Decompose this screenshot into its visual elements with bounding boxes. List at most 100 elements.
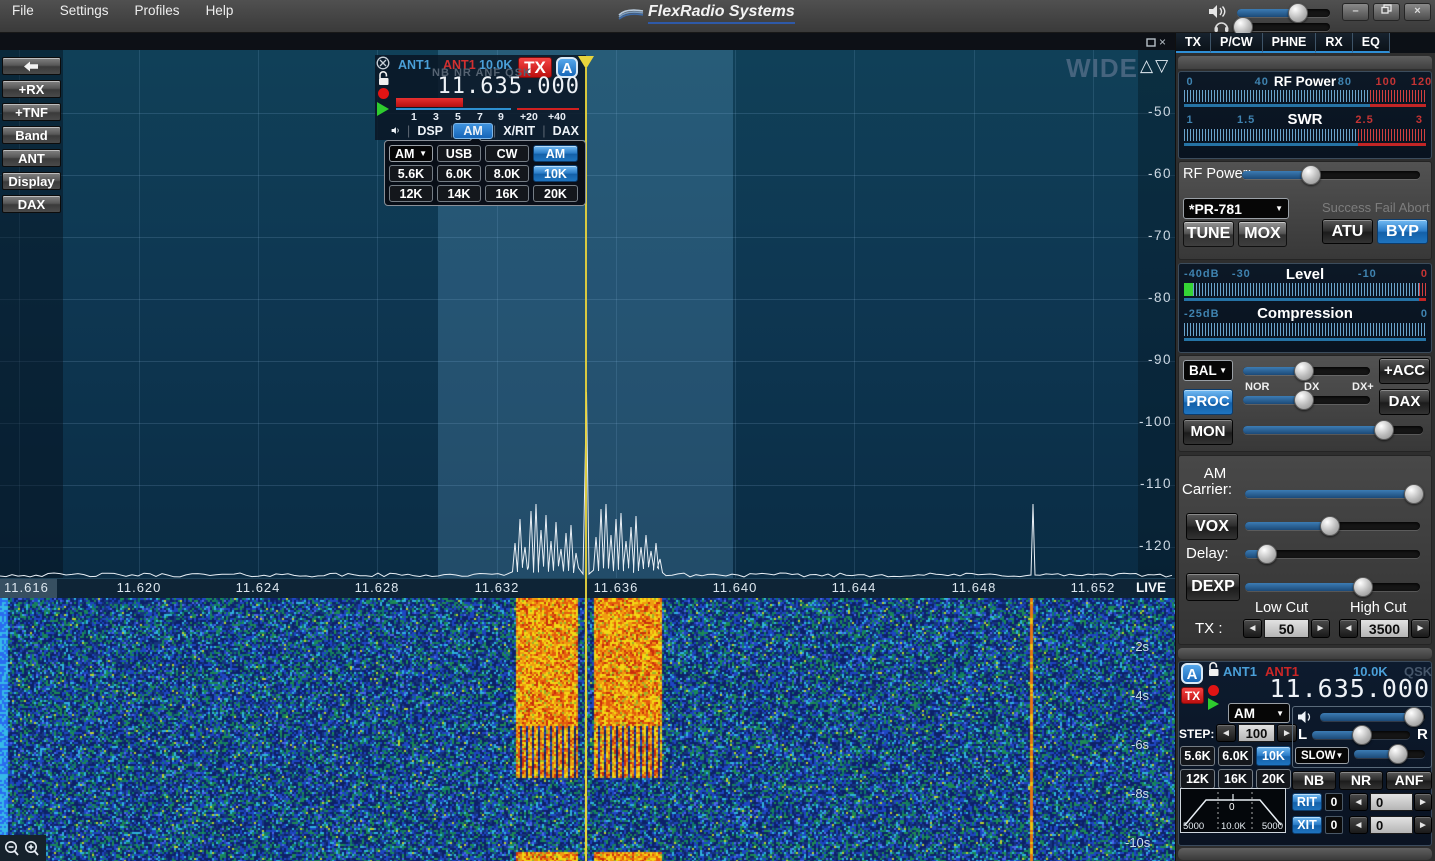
xit-increment[interactable]: ► xyxy=(1414,816,1432,834)
vox-button[interactable]: VOX xyxy=(1186,513,1238,540)
high-cut-value[interactable]: 3500 xyxy=(1360,619,1409,638)
flag-record-icon[interactable] xyxy=(378,88,389,99)
filter-button-12k[interactable]: 12K xyxy=(389,185,433,202)
zoom-out-icon[interactable] xyxy=(4,840,20,857)
acc-button[interactable]: +ACC xyxy=(1379,358,1430,384)
dexp-button[interactable]: DEXP xyxy=(1186,573,1240,601)
bal-slider[interactable] xyxy=(1243,363,1370,378)
rit-increment[interactable]: ► xyxy=(1414,793,1432,811)
sidebar-item-add-rx[interactable]: +RX xyxy=(2,80,61,98)
headphone-volume-slider[interactable] xyxy=(1237,19,1330,34)
filter-button-6-0k[interactable]: 6.0K xyxy=(437,165,481,182)
step-value[interactable]: 100 xyxy=(1238,724,1275,742)
dexp-slider[interactable] xyxy=(1245,579,1420,594)
anf-button[interactable]: ANF xyxy=(1386,771,1432,790)
flag-audio-icon[interactable] xyxy=(391,124,401,137)
flag-rx-antenna[interactable]: ANT1 xyxy=(398,58,431,72)
sidebar-item-add-tnf[interactable]: +TNF xyxy=(2,103,61,121)
sidebar-collapse-button[interactable] xyxy=(2,57,61,75)
sidebar-item-ant[interactable]: ANT xyxy=(2,149,61,167)
mode-select-dropdown[interactable]: AM▼ xyxy=(389,145,433,162)
am-carrier-slider[interactable] xyxy=(1245,486,1420,501)
low-cut-increment[interactable]: ► xyxy=(1311,619,1330,638)
rx-pan-thumb[interactable] xyxy=(1352,725,1372,745)
low-cut-value[interactable]: 50 xyxy=(1264,619,1309,638)
tuning-marker-triangle[interactable] xyxy=(578,56,594,69)
filter-button-20k[interactable]: 20K xyxy=(533,185,578,202)
rx-mode-dropdown[interactable]: AM▼ xyxy=(1228,703,1290,723)
delay-slider[interactable] xyxy=(1245,546,1420,561)
rx-volume-slider[interactable] xyxy=(1320,709,1425,724)
sidebar-item-band[interactable]: Band xyxy=(2,126,61,144)
close-button[interactable]: × xyxy=(1404,3,1431,21)
sidebar-item-dax[interactable]: DAX xyxy=(2,195,61,213)
filter-button-5-6k[interactable]: 5.6K xyxy=(389,165,433,182)
sidebar-item-display[interactable]: Display xyxy=(2,172,61,190)
mode-button-am[interactable]: AM xyxy=(533,145,578,162)
rx-tx-badge[interactable]: TX xyxy=(1181,687,1204,704)
zoom-in-icon[interactable] xyxy=(24,840,40,857)
dax-button[interactable]: DAX xyxy=(1379,389,1430,415)
mode-button-cw[interactable]: CW xyxy=(485,145,529,162)
rx-filter-5-6k[interactable]: 5.6K xyxy=(1180,746,1215,766)
mode-button-usb[interactable]: USB xyxy=(437,145,481,162)
flag-frequency-display[interactable]: 11.635.000 xyxy=(428,74,580,99)
mon-button[interactable]: MON xyxy=(1183,419,1233,445)
xit-button[interactable]: XIT xyxy=(1292,816,1322,834)
rx-filter-16k[interactable]: 16K xyxy=(1218,769,1253,789)
agc-threshold-thumb[interactable] xyxy=(1388,744,1408,764)
bal-thumb[interactable] xyxy=(1294,361,1314,381)
proc-button[interactable]: PROC xyxy=(1183,389,1233,415)
master-volume-slider[interactable] xyxy=(1237,5,1330,20)
flag-tab-xrit[interactable]: X/RIT xyxy=(496,123,542,139)
am-carrier-thumb[interactable] xyxy=(1404,484,1424,504)
bal-dropdown[interactable]: BAL▼ xyxy=(1183,360,1233,381)
nr-button[interactable]: NR xyxy=(1339,771,1383,790)
rit-button[interactable]: RIT xyxy=(1292,793,1322,811)
tab-eq[interactable]: EQ xyxy=(1353,33,1390,53)
filter-button-16k[interactable]: 16K xyxy=(485,185,529,202)
bottom-panel-bar[interactable] xyxy=(1178,848,1432,860)
rf-power-slider[interactable] xyxy=(1242,167,1420,182)
vox-level-thumb[interactable] xyxy=(1320,516,1340,536)
agc-dropdown[interactable]: SLOW▼ xyxy=(1295,747,1349,764)
tab-rx[interactable]: RX xyxy=(1316,33,1352,53)
rx-filter-10k[interactable]: 10K xyxy=(1256,746,1291,766)
rx-speaker-icon[interactable] xyxy=(1297,710,1314,724)
menu-profiles[interactable]: Profiles xyxy=(133,0,182,21)
agc-threshold-slider[interactable] xyxy=(1354,746,1425,761)
proc-level-thumb[interactable] xyxy=(1294,390,1314,410)
high-cut-increment[interactable]: ► xyxy=(1411,619,1430,638)
rf-power-thumb[interactable] xyxy=(1301,165,1321,185)
filter-button-8-0k[interactable]: 8.0K xyxy=(485,165,529,182)
xit-decrement[interactable]: ◄ xyxy=(1349,816,1368,834)
rit-decrement[interactable]: ◄ xyxy=(1349,793,1368,811)
byp-button[interactable]: BYP xyxy=(1377,219,1428,244)
flag-tab-dax[interactable]: DAX xyxy=(546,123,586,139)
step-decrement[interactable]: ◄ xyxy=(1216,724,1236,742)
filter-shape-graph[interactable]: 0 5000 10.0K 5000 xyxy=(1180,788,1286,833)
rx-record-icon[interactable] xyxy=(1208,685,1219,696)
waterfall-display[interactable] xyxy=(0,598,1175,861)
panadapter-close-icon[interactable]: × xyxy=(1159,35,1166,49)
menu-help[interactable]: Help xyxy=(204,0,236,21)
flag-tab-dsp[interactable]: DSP xyxy=(410,123,450,139)
high-cut-decrement[interactable]: ◄ xyxy=(1339,619,1358,638)
maximize-button[interactable] xyxy=(1373,3,1400,21)
nb-button[interactable]: NB xyxy=(1292,771,1336,790)
rx-filter-6-0k[interactable]: 6.0K xyxy=(1218,746,1253,766)
filter-button-14k[interactable]: 14K xyxy=(437,185,481,202)
mox-button[interactable]: MOX xyxy=(1238,221,1287,247)
minimize-button[interactable]: – xyxy=(1342,3,1369,21)
rx-frequency-display[interactable]: 11.635.000 xyxy=(1250,674,1430,703)
tune-button[interactable]: TUNE xyxy=(1183,221,1234,247)
tab-pcw[interactable]: P/CW xyxy=(1211,33,1263,53)
tab-tx[interactable]: TX xyxy=(1176,33,1211,53)
rx-slice-badge[interactable]: A xyxy=(1181,663,1203,684)
rx-filter-12k[interactable]: 12K xyxy=(1180,769,1215,789)
vox-level-slider[interactable] xyxy=(1245,518,1420,533)
delay-thumb[interactable] xyxy=(1257,544,1277,564)
proc-level-slider[interactable] xyxy=(1243,392,1370,407)
atu-button[interactable]: ATU xyxy=(1322,219,1373,244)
low-cut-decrement[interactable]: ◄ xyxy=(1243,619,1262,638)
